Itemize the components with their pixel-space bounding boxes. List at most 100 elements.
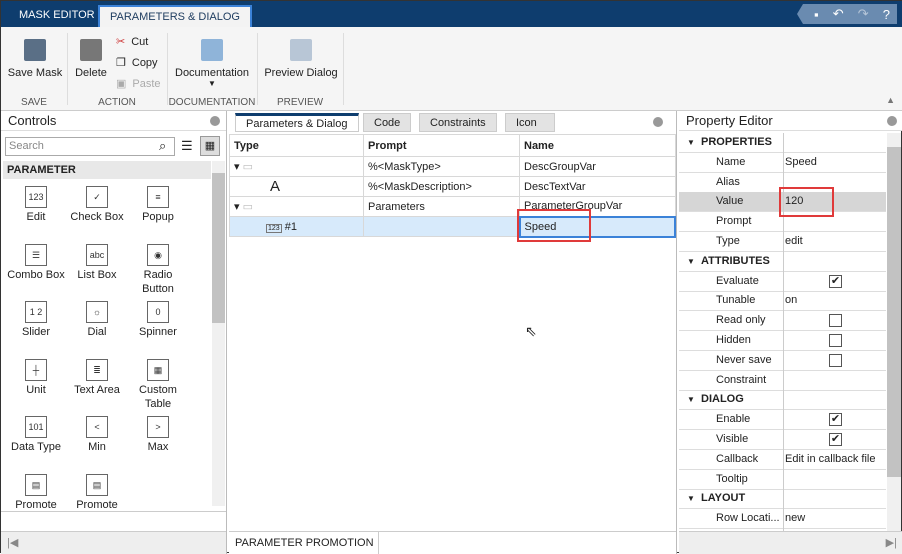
tab-mask-editor[interactable]: MASK EDITOR xyxy=(9,5,105,27)
control-item-list-box[interactable]: abc List Box xyxy=(67,244,127,282)
custom-table-icon: ▦ xyxy=(147,359,169,381)
scissors-icon: ✂ xyxy=(116,36,126,48)
help-icon[interactable]: ? xyxy=(883,7,890,22)
control-item-max[interactable]: > Max xyxy=(128,416,188,454)
control-item-min[interactable]: < Min xyxy=(67,416,127,454)
property-label: Visible xyxy=(716,433,749,445)
control-item-edit[interactable]: 123 Edit xyxy=(6,186,66,224)
expand-panel-icon[interactable]: ▶| xyxy=(679,531,902,554)
control-item-unit[interactable]: ┼ Unit xyxy=(6,359,66,397)
max-icon: > xyxy=(147,416,169,438)
collapse-icon[interactable]: ▼ xyxy=(687,390,695,409)
documentation-button[interactable]: Documentation ▼ xyxy=(171,39,253,88)
expand-icon[interactable]: ▾ xyxy=(234,161,240,173)
control-item-spinner[interactable]: 0 Spinner xyxy=(128,301,188,339)
scrollbar[interactable] xyxy=(212,161,225,506)
redo-icon[interactable]: ↷ xyxy=(858,6,869,22)
group-icon: ▭ xyxy=(242,161,253,173)
save-mask-label: Save Mask xyxy=(7,67,63,79)
panel-menu-icon[interactable] xyxy=(653,117,663,127)
control-item-dial[interactable]: ☼ Dial xyxy=(67,301,127,339)
section-documentation: DOCUMENTATION xyxy=(168,97,256,108)
property-label: Row Locati... xyxy=(716,512,780,525)
collapse-icon[interactable]: ▼ xyxy=(687,489,695,508)
column-name: Name xyxy=(519,134,676,157)
checkbox[interactable] xyxy=(829,334,842,347)
tab-parameter-promotion[interactable]: PARAMETER PROMOTION xyxy=(229,532,379,554)
parameters-table: Type Prompt Name ▾ ▭ %<MaskType> DescGroupVa… xyxy=(229,134,676,238)
collapse-icon[interactable]: ▼ xyxy=(687,252,695,271)
panel-menu-icon[interactable] xyxy=(210,116,220,126)
save-icon[interactable]: ▪ xyxy=(814,7,819,22)
category-label: DIALOG xyxy=(701,393,744,406)
collapse-panel-icon[interactable]: |◀ xyxy=(1,531,226,554)
scrollbar[interactable] xyxy=(887,133,901,531)
slider-icon: 1 2 xyxy=(25,301,47,323)
checkbox[interactable] xyxy=(829,314,842,328)
control-item-text-area[interactable]: ≣ Text Area xyxy=(67,359,127,397)
control-label: Promote xyxy=(76,499,118,511)
preview-dialog-label: Preview Dialog xyxy=(264,67,338,79)
property-value[interactable]: edit xyxy=(785,232,803,251)
check-box-icon: ✓ xyxy=(86,186,108,208)
search-input[interactable]: Search xyxy=(5,137,175,156)
tab-parameters-dialog[interactable]: PARAMETERS & DIALOG xyxy=(98,5,252,27)
copy-button[interactable]: ❐ Copy xyxy=(116,56,158,70)
controls-title: Controls xyxy=(8,113,57,128)
property-label: Read only xyxy=(716,314,766,327)
save-mask-button[interactable]: Save Mask xyxy=(7,39,63,79)
control-item-slider[interactable]: 1 2 Slider xyxy=(6,301,66,339)
control-item-promote[interactable]: ▤ Promote xyxy=(6,474,66,512)
control-item-popup[interactable]: ≡ Popup xyxy=(128,186,188,224)
tab-code[interactable]: Code xyxy=(363,113,412,132)
table-row[interactable]: ▾ ▭ Parameters ParameterGroupVar xyxy=(229,196,676,217)
ribbon: Save Mask Delete ✂ Cut ❐ Copy ▣ Paste Docum… xyxy=(1,27,902,111)
panel-menu-icon[interactable] xyxy=(887,116,897,126)
property-label: Evaluate xyxy=(716,274,759,287)
checkbox[interactable]: ✔ xyxy=(829,413,842,427)
control-item-check-box[interactable]: ✓ Check Box xyxy=(67,186,127,224)
control-item-promote[interactable]: ▤ Promote xyxy=(67,474,127,512)
control-label: List Box xyxy=(77,269,117,281)
checkbox[interactable]: ✔ xyxy=(829,274,842,288)
control-item-data-type[interactable]: 101 Data Type xyxy=(6,416,66,454)
paste-button[interactable]: ▣ Paste xyxy=(116,77,161,91)
tab-icon[interactable]: Icon xyxy=(505,113,555,132)
property-value[interactable]: Speed xyxy=(785,153,817,172)
list-view-icon[interactable]: ☰ xyxy=(181,138,193,154)
control-label: Edit xyxy=(26,211,46,223)
cut-button[interactable]: ✂ Cut xyxy=(116,35,148,49)
delete-button[interactable]: Delete xyxy=(71,39,111,79)
tab-constraints[interactable]: Constraints xyxy=(419,113,497,132)
delete-label: Delete xyxy=(75,67,107,79)
unit-icon: ┼ xyxy=(25,359,47,381)
checkbox[interactable] xyxy=(829,353,842,367)
table-row-selected[interactable]: 123 #1 Speed xyxy=(229,215,676,238)
control-item-combo-box[interactable]: ☰ Combo Box xyxy=(6,244,66,282)
undo-icon[interactable]: ↶ xyxy=(833,6,844,22)
tab-parameters-dialog-inner[interactable]: Parameters & Dialog xyxy=(235,113,359,132)
section-action: ACTION xyxy=(98,97,136,108)
checkbox[interactable]: ✔ xyxy=(829,433,842,446)
collapse-ribbon-icon[interactable]: ▲ xyxy=(886,95,895,105)
property-label: Prompt xyxy=(716,215,752,228)
property-value[interactable]: on xyxy=(785,291,797,310)
property-value[interactable]: Edit in callback file xyxy=(785,450,876,469)
highlight-box xyxy=(779,187,834,217)
expand-icon[interactable]: ▾ xyxy=(234,201,240,213)
property-value[interactable]: new xyxy=(785,509,805,528)
property-editor-header: Property Editor xyxy=(679,111,902,131)
controls-panel: Controls Search ⌕ ☰ ▦ PARAMETER 123 Edit ✓… xyxy=(1,111,227,554)
promote-icon: ▤ xyxy=(25,474,47,496)
name-cell: DescTextVar xyxy=(519,176,676,197)
table-row[interactable]: ▾ ▭ %<MaskType> DescGroupVar xyxy=(229,156,676,177)
grid-view-icon[interactable]: ▦ xyxy=(200,136,220,156)
preview-dialog-button[interactable]: Preview Dialog xyxy=(261,39,341,79)
copy-icon: ❐ xyxy=(116,57,126,69)
controls-header: Controls xyxy=(1,111,226,131)
collapse-icon[interactable]: ▼ xyxy=(687,133,695,152)
control-item-radio-button[interactable]: ◉ Radio Button xyxy=(128,244,188,296)
control-item-custom-table[interactable]: ▦ Custom Table xyxy=(128,359,188,411)
search-icon[interactable]: ⌕ xyxy=(159,138,166,154)
table-row[interactable]: A %<MaskDescription> DescTextVar xyxy=(229,176,676,197)
